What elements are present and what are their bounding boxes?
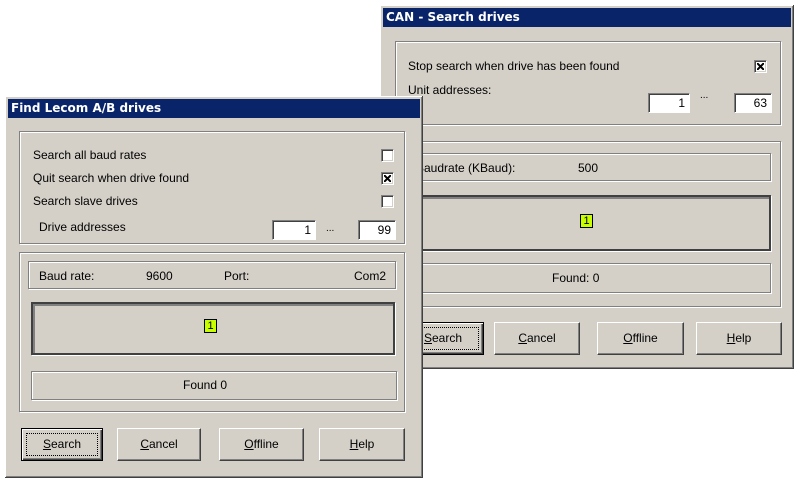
quit-search-label: Quit search when drive found [33,171,190,185]
search-slave-checkbox[interactable] [381,195,394,208]
baudrate-label: Baudrate (KBaud): [416,161,516,175]
can-cancel-label: ancel [526,331,556,345]
lecom-search-dialog: Find Lecom A/B drives Search all baud ra… [5,96,423,478]
can-cancel-mnemonic: C [518,331,527,345]
can-dialog-title: CAN - Search drives [383,8,791,27]
unit-address-from-input[interactable]: 1 [648,93,690,113]
lecom-cancel-label: ancel [148,437,178,451]
lecom-offline-mnemonic: O [244,437,254,451]
baudrate-value: 500 [578,161,599,175]
stop-search-checkbox[interactable] [754,60,767,73]
check-mark-icon [384,175,391,182]
lecom-drive-indicator: 1 [204,319,217,333]
search-all-baud-label: Search all baud rates [33,148,147,162]
can-found-text: Found: 0 [552,271,600,285]
search-slave-label: Search slave drives [33,194,138,208]
baud-rate-label: Baud rate: [39,269,95,283]
can-offline-label: ffline [632,331,658,345]
can-offline-button[interactable]: Offline [597,322,684,355]
quit-search-checkbox[interactable] [381,172,394,185]
search-all-baud-checkbox[interactable] [381,149,394,162]
lecom-cancel-mnemonic: C [140,437,149,451]
lecom-search-button[interactable]: Search [21,428,103,461]
can-search-dialog: CAN - Search drives Stop search when dri… [380,5,794,369]
drive-address-to-input[interactable]: 99 [358,220,396,240]
drive-address-from-input[interactable]: 1 [272,220,316,240]
port-label: Port: [224,269,250,283]
drive-address-separator: ... [326,223,335,234]
can-help-label: elp [735,331,752,345]
baud-rate-value: 9600 [146,269,173,283]
lecom-cancel-button[interactable]: Cancel [117,428,201,461]
lecom-offline-label: ffline [253,437,279,451]
lecom-dialog-title: Find Lecom A/B drives [8,99,420,118]
lecom-found-text: Found 0 [183,378,228,392]
can-cancel-button[interactable]: Cancel [494,322,580,355]
check-mark-icon [757,63,764,70]
unit-address-separator: ... [700,90,709,101]
port-value: Com2 [354,269,387,283]
drive-addresses-label: Drive addresses [39,220,126,234]
can-offline-mnemonic: O [623,331,633,345]
unit-address-to-input[interactable]: 63 [734,93,772,113]
lecom-offline-button[interactable]: Offline [219,428,304,461]
stop-search-label: Stop search when drive has been found [408,59,620,73]
lecom-help-label: elp [358,437,375,451]
focus-rectangle [26,433,98,456]
can-drive-indicator: 1 [580,214,593,228]
lecom-help-button[interactable]: Help [319,428,405,461]
unit-addresses-label: Unit addresses: [408,83,492,97]
can-help-button[interactable]: Help [696,322,782,355]
